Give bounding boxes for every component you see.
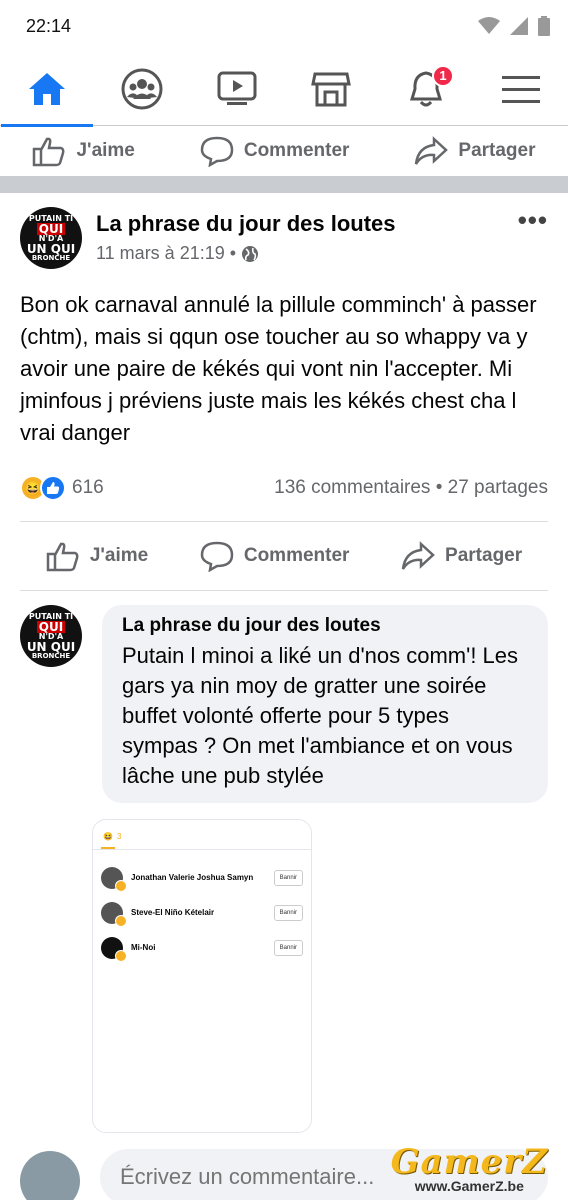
att-name: Jonathan Valerie Joshua Samyn bbox=[131, 873, 254, 882]
post-comment-label: Commenter bbox=[243, 545, 350, 566]
att-ban-button: Bannir bbox=[273, 904, 303, 921]
att-avatar bbox=[101, 866, 127, 892]
share-icon bbox=[415, 136, 449, 165]
avatar-text-3: UN QUI bbox=[26, 241, 76, 256]
battery-icon bbox=[538, 16, 550, 36]
comment-icon bbox=[200, 541, 234, 572]
groups-icon bbox=[121, 68, 163, 109]
att-row: Mi-Noi Bannir bbox=[101, 930, 303, 965]
store-icon bbox=[311, 72, 352, 106]
post-text: Bon ok carnaval annulé la pillule commin… bbox=[20, 292, 537, 445]
reactions-bar: 😆 616 136 commentaires • 27 partages bbox=[20, 471, 548, 505]
post-header: PUTAIN TI QUI N'D'A UN QUI BRONCHE La ph… bbox=[20, 207, 548, 269]
reaction-summary[interactable]: 😆 616 bbox=[20, 475, 104, 501]
att-row: Jonathan Valerie Joshua Samyn Bannir bbox=[101, 860, 303, 895]
comment-avatar-text-4: BRONCHE bbox=[31, 651, 71, 660]
like-button[interactable]: J'aime bbox=[32, 135, 135, 167]
status-time: 22:14 bbox=[26, 15, 72, 36]
comment-author[interactable]: La phrase du jour des loutes bbox=[122, 615, 528, 637]
post-comment-button[interactable]: Commenter bbox=[200, 540, 350, 572]
att-reaction-tab: 😆 3 bbox=[101, 832, 303, 841]
att-avatar bbox=[101, 901, 127, 927]
post-actions: J'aime Commenter Partager bbox=[20, 521, 548, 591]
att-ban-button: Bannir bbox=[273, 939, 303, 956]
globe-icon bbox=[242, 245, 259, 262]
nav-notifications[interactable]: 1 bbox=[386, 52, 466, 126]
feed-divider bbox=[0, 176, 568, 193]
user-avatar bbox=[20, 1151, 80, 1200]
share-label: Partager bbox=[458, 140, 536, 161]
video-icon bbox=[217, 71, 257, 105]
previous-post-actions: J'aime Commenter Partager bbox=[0, 126, 568, 176]
comment-avatar-text-3: UN QUI bbox=[26, 639, 76, 654]
avatar-text-2: QUI bbox=[36, 221, 66, 236]
status-icons bbox=[478, 16, 550, 36]
post-timestamp[interactable]: 11 mars à 21:19 • bbox=[96, 243, 504, 264]
comment-bubble[interactable]: La phrase du jour des loutes Putain l mi… bbox=[102, 605, 548, 803]
nav-menu[interactable] bbox=[481, 52, 561, 126]
post-meta: La phrase du jour des loutes 11 mars à 2… bbox=[96, 207, 504, 264]
status-bar: 22:14 bbox=[0, 0, 568, 52]
more-options-icon[interactable]: ••• bbox=[518, 207, 548, 233]
att-name: Steve-El Niño Kételair bbox=[131, 908, 215, 917]
post-like-label: J'aime bbox=[89, 545, 149, 566]
share-icon bbox=[401, 541, 435, 570]
reactions-count: 616 bbox=[72, 477, 104, 498]
att-avatar bbox=[101, 936, 127, 962]
menu-icon bbox=[501, 75, 540, 103]
att-count: 3 bbox=[116, 832, 122, 841]
comment-avatar-text-2: QUI bbox=[36, 619, 66, 634]
like-label: J'aime bbox=[76, 140, 135, 161]
post-time-text: 11 mars à 21:19 • bbox=[96, 243, 237, 263]
post-share-button[interactable]: Partager bbox=[401, 540, 522, 572]
main-nav: 1 bbox=[0, 52, 568, 127]
att-name: Mi-Noi bbox=[131, 943, 156, 952]
watermark-logo: GamerZ bbox=[390, 1142, 548, 1182]
post: PUTAIN TI QUI N'D'A UN QUI BRONCHE La ph… bbox=[0, 193, 568, 591]
nav-home[interactable] bbox=[1, 52, 94, 127]
watermark: GamerZ www.GamerZ.be bbox=[391, 1142, 548, 1194]
comment-avatar[interactable]: PUTAIN TI QUI N'D'A UN QUI BRONCHE bbox=[20, 605, 82, 667]
comment-button[interactable]: Commenter bbox=[200, 135, 350, 167]
thumbs-up-icon bbox=[46, 542, 79, 572]
comment-image[interactable]: 😆 3 Jonathan Valerie Joshua Samyn Bannir… bbox=[92, 819, 312, 1133]
signal-icon bbox=[510, 17, 528, 35]
thumbs-up-icon bbox=[33, 137, 65, 167]
post-share-label: Partager bbox=[445, 545, 523, 566]
nav-watch[interactable] bbox=[197, 52, 277, 126]
comment: PUTAIN TI QUI N'D'A UN QUI BRONCHE La ph… bbox=[0, 591, 568, 803]
post-like-button[interactable]: J'aime bbox=[46, 540, 148, 572]
reaction-icons: 😆 bbox=[20, 475, 66, 501]
att-row: Steve-El Niño Kételair Bannir bbox=[101, 895, 303, 930]
share-button[interactable]: Partager bbox=[414, 135, 536, 167]
att-separator bbox=[93, 849, 311, 850]
nav-marketplace[interactable] bbox=[291, 52, 371, 126]
comment-text: Putain l minoi a liké un d'nos comm'! Le… bbox=[122, 643, 519, 788]
att-ban-button: Bannir bbox=[273, 869, 303, 886]
page-avatar[interactable]: PUTAIN TI QUI N'D'A UN QUI BRONCHE bbox=[20, 207, 82, 269]
avatar-text-4: BRONCHE bbox=[31, 253, 71, 262]
comment-label: Commenter bbox=[243, 140, 350, 161]
like-reaction-icon bbox=[40, 475, 66, 501]
comment-icon bbox=[200, 136, 234, 167]
post-author[interactable]: La phrase du jour des loutes bbox=[96, 211, 504, 237]
att-haha-icon: 😆 bbox=[103, 832, 113, 841]
notification-badge: 1 bbox=[431, 64, 454, 87]
post-stats[interactable]: 136 commentaires • 27 partages bbox=[274, 477, 548, 499]
nav-groups[interactable] bbox=[102, 52, 182, 126]
wifi-icon bbox=[478, 17, 500, 34]
home-icon bbox=[29, 72, 66, 105]
